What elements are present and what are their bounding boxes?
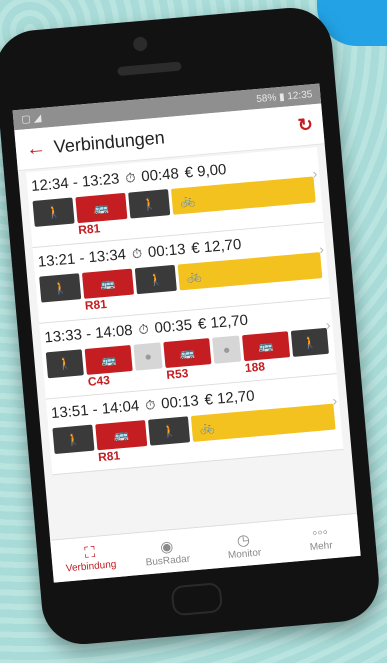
tab-label: Monitor xyxy=(227,546,262,561)
tab-icon: ◦◦◦ xyxy=(311,523,329,542)
walk-icon: 🚶 xyxy=(52,424,95,455)
label-spacer xyxy=(136,368,164,384)
stopwatch-icon: ⏱ xyxy=(144,396,156,413)
connection-list: 12:34 - 13:23 ⏱ 00:48 € 9,00 🚶 🚌 🚶 🚲 R81 › 13:21 -… xyxy=(18,144,352,478)
connection-duration: 00:35 xyxy=(153,316,193,337)
walk-icon: 🚶 xyxy=(45,349,85,379)
status-left: ▢ ◢ xyxy=(20,112,42,126)
tab-icon: ◷ xyxy=(236,530,251,549)
stopwatch-icon: ⏱ xyxy=(131,245,143,261)
tab-monitor[interactable]: ◷ Monitor xyxy=(204,521,284,570)
connection-time: 12:34 - 13:23 xyxy=(30,170,121,196)
bus-icon: 🚌 xyxy=(163,338,212,369)
tab-label: Verbindung xyxy=(65,559,117,575)
stopwatch-icon: ⏱ xyxy=(124,169,137,186)
bus-icon: 🚌 xyxy=(85,345,133,375)
line-label: R53 xyxy=(165,366,189,382)
walk-icon: 🚶 xyxy=(32,197,75,227)
walk-icon: 🚶 xyxy=(39,273,82,303)
bus-icon: 🚌 xyxy=(242,331,290,362)
line-label: R81 xyxy=(97,448,121,465)
connection-price: € 12,70 xyxy=(203,387,256,409)
label-spacer xyxy=(150,442,191,459)
speaker xyxy=(117,61,182,77)
label-spacer xyxy=(173,215,174,229)
chevron-right-icon: › xyxy=(318,240,325,258)
line-label: 188 xyxy=(244,359,266,376)
camera xyxy=(132,36,148,52)
label-spacer xyxy=(180,290,181,304)
tab-label: BusRadar xyxy=(145,553,191,568)
status-right: 58% ▮ 12:35 xyxy=(255,88,313,105)
tab-mehr[interactable]: ◦◦◦ Mehr xyxy=(280,514,360,563)
tab-icon: ◉ xyxy=(159,537,174,556)
line-label: R81 xyxy=(77,221,101,238)
label-spacer xyxy=(48,375,85,392)
arrow-left-icon[interactable]: ← xyxy=(25,136,47,161)
walk-icon: 🚶 xyxy=(128,189,171,219)
chevron-right-icon: › xyxy=(331,392,338,409)
connection-price: € 12,70 xyxy=(190,235,242,258)
connection-time: 13:33 - 14:08 xyxy=(43,321,134,347)
line-label: C43 xyxy=(87,372,111,389)
label-spacer xyxy=(130,215,171,232)
connection-duration: 00:13 xyxy=(147,240,187,262)
label-spacer xyxy=(55,451,96,468)
walk-icon: 🚶 xyxy=(134,264,177,295)
wait-icon: ● xyxy=(211,335,242,364)
connection-duration: 00:48 xyxy=(140,165,180,186)
label-spacer xyxy=(214,361,242,377)
stopwatch-icon: ⏱ xyxy=(137,320,150,337)
refresh-icon[interactable]: ↻ xyxy=(297,114,314,136)
phone-frame: ▢ ◢ 58% ▮ 12:35 ← Verbindungen ↻ 12:34 -… xyxy=(0,4,383,648)
app-screen: ▢ ◢ 58% ▮ 12:35 ← Verbindungen ↻ 12:34 -… xyxy=(12,83,361,583)
walk-icon: 🚶 xyxy=(148,416,191,446)
connection-time: 13:51 - 14:04 xyxy=(50,397,140,423)
connection-duration: 00:13 xyxy=(160,392,200,413)
label-spacer xyxy=(35,223,76,240)
connection-price: € 12,70 xyxy=(197,311,249,334)
home-button[interactable] xyxy=(170,582,224,617)
wait-icon: ● xyxy=(133,342,163,371)
label-spacer xyxy=(193,442,194,456)
connection-time: 13:21 - 13:34 xyxy=(37,246,127,271)
bottom-tab-bar: ⛶ Verbindung ◉ BusRadar ◷ Monitor ◦◦◦ Mehr xyxy=(50,512,361,583)
chevron-right-icon: › xyxy=(311,165,318,182)
label-spacer xyxy=(293,354,330,371)
tab-icon: ⛶ xyxy=(83,543,96,562)
tab-busradar[interactable]: ◉ BusRadar xyxy=(127,527,207,576)
chevron-right-icon: › xyxy=(325,316,332,333)
tab-label: Mehr xyxy=(309,540,334,554)
walk-icon: 🚶 xyxy=(290,327,329,357)
tab-verbindung[interactable]: ⛶ Verbindung xyxy=(50,534,130,583)
label-spacer xyxy=(41,299,82,316)
label-spacer xyxy=(137,291,178,308)
line-label: R81 xyxy=(84,296,108,313)
connection-price: € 9,00 xyxy=(184,161,228,182)
